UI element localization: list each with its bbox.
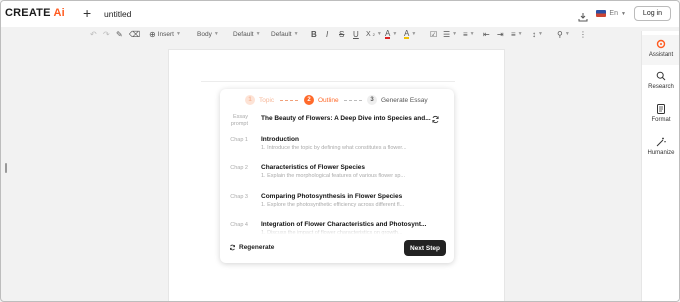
strikethrough-icon[interactable]: S <box>339 27 344 41</box>
chapter-summary[interactable]: 1. Explain the morphological features of… <box>261 173 405 179</box>
magic-wand-icon <box>656 137 666 147</box>
step-topic[interactable]: 1 Topic <box>245 95 274 105</box>
chapter-summary[interactable]: 1. Introduce the topic by defining what … <box>261 145 407 151</box>
step-label: Outline <box>318 96 339 104</box>
chevron-down-icon: ▼ <box>213 31 219 37</box>
chapter-title[interactable]: Characteristics of Flower Species <box>261 164 365 171</box>
download-icon[interactable] <box>578 9 588 21</box>
chapter-title[interactable]: Introduction <box>261 136 299 143</box>
language-selector[interactable]: En ▼ <box>596 10 626 17</box>
bold-icon[interactable]: B <box>311 27 317 41</box>
step-number: 3 <box>367 95 377 105</box>
refresh-icon <box>229 244 236 251</box>
size-label: Default <box>271 30 292 38</box>
eraser-icon[interactable]: ⌫ <box>129 27 140 41</box>
sidebar-item-humanize[interactable]: Humanize <box>642 137 679 156</box>
divider <box>201 81 455 82</box>
italic-icon[interactable]: I <box>326 27 328 41</box>
regenerate-button[interactable]: Regenerate <box>229 244 274 251</box>
flag-icon <box>596 10 607 17</box>
line-spacing-icon[interactable]: ↕ ▼ <box>532 27 543 41</box>
bullet-list-icon[interactable]: ☰ ▼ <box>443 27 457 41</box>
sidebar-item-research[interactable]: Research <box>642 71 679 90</box>
align-icon[interactable]: ≡ ▼ <box>511 27 523 41</box>
step-connector <box>280 100 298 101</box>
sidebar-item-label: Format <box>651 117 671 123</box>
chapter-title[interactable]: Comparing Photosynthesis in Flower Speci… <box>261 193 402 200</box>
language-label: En <box>609 10 618 17</box>
format-painter-icon[interactable]: ✎ <box>116 27 123 41</box>
font-label: Default <box>233 30 254 38</box>
chevron-down-icon: ▼ <box>255 31 261 37</box>
step-number: 2 <box>304 95 314 105</box>
app-window: CREATE Ai + untitled En ▼ Log in ↶ ↷ ✎ ⌫… <box>0 0 680 302</box>
document-title[interactable]: untitled <box>104 9 131 19</box>
chevron-down-icon: ▼ <box>620 10 626 17</box>
link-icon[interactable]: ⚲ ▼ <box>557 27 570 41</box>
login-button[interactable]: Log in <box>633 6 671 21</box>
logo-accent: Ai <box>53 7 65 19</box>
checkbox-icon[interactable]: ☑ <box>430 27 437 41</box>
essay-wizard-dialog: 1 Topic 2 Outline 3 Generate Essay Essay… <box>220 89 454 263</box>
highlight-icon[interactable]: A ▼ <box>404 27 416 41</box>
more-icon[interactable]: ⋮ <box>579 27 587 41</box>
logo[interactable]: CREATE Ai <box>5 7 65 19</box>
step-number: 1 <box>245 95 255 105</box>
indent-icon[interactable]: ⇥ <box>497 27 504 41</box>
insert-menu[interactable]: ⊕ Insert ▼ <box>149 27 181 41</box>
chapter-summary[interactable]: 1. Explore the photosynthetic efficiency… <box>261 202 404 208</box>
formatting-toolbar: ↶ ↷ ✎ ⌫ ⊕ Insert ▼ Body ▼ Default ▼ Defa… <box>1 27 641 41</box>
refresh-icon[interactable] <box>431 115 440 124</box>
stepper: 1 Topic 2 Outline 3 Generate Essay <box>220 95 454 107</box>
sidebar-item-format[interactable]: Format <box>642 104 679 123</box>
regenerate-label: Regenerate <box>239 244 275 251</box>
font-size-select[interactable]: Default ▼ <box>271 27 299 41</box>
step-connector <box>344 100 362 101</box>
chapter-label: Chap 2 <box>230 165 248 171</box>
right-sidebar: Assistant Research Format Humanize <box>641 31 679 301</box>
sidebar-item-label: Research <box>648 84 674 90</box>
subscript-icon[interactable]: X 2 ▼ <box>366 27 382 41</box>
add-circle-icon: ⊕ <box>149 29 156 39</box>
sidebar-item-assistant[interactable]: Assistant <box>642 35 679 65</box>
step-label: Generate Essay <box>381 96 428 104</box>
prompt-value[interactable]: The Beauty of Flowers: A Deep Dive into … <box>261 115 431 122</box>
underline-icon[interactable]: U <box>353 27 359 41</box>
style-label: Body <box>197 30 212 38</box>
prompt-label: Essay prompt <box>230 114 248 127</box>
document-icon <box>657 104 665 114</box>
numbered-list-icon[interactable]: ≡ ▼ <box>463 27 475 41</box>
chevron-down-icon: ▼ <box>293 31 299 37</box>
outdent-icon[interactable]: ⇤ <box>483 27 490 41</box>
step-outline[interactable]: 2 Outline <box>304 95 339 105</box>
top-bar: CREATE Ai + untitled En ▼ Log in <box>1 1 679 27</box>
scroll-fade <box>220 227 454 235</box>
chapter-label: Chap 3 <box>230 194 248 200</box>
sidebar-item-label: Assistant <box>648 52 674 58</box>
logo-text: CREATE <box>5 7 51 19</box>
paragraph-style-select[interactable]: Body ▼ <box>197 27 219 41</box>
plus-icon[interactable]: + <box>83 5 91 21</box>
search-icon <box>656 71 666 81</box>
step-generate-essay[interactable]: 3 Generate Essay <box>367 95 428 105</box>
chevron-down-icon: ▼ <box>175 31 181 37</box>
redo-icon[interactable]: ↷ <box>103 27 110 41</box>
insert-label: Insert <box>157 30 174 38</box>
step-label: Topic <box>259 96 275 104</box>
sidebar-item-label: Humanize <box>647 150 675 156</box>
font-family-select[interactable]: Default ▼ <box>233 27 261 41</box>
assistant-icon <box>656 39 666 49</box>
chapter-label: Chap 1 <box>230 137 248 143</box>
next-step-button[interactable]: Next Step <box>404 240 446 256</box>
text-color-icon[interactable]: A ▼ <box>385 27 397 41</box>
resize-handle[interactable] <box>5 163 7 173</box>
undo-icon[interactable]: ↶ <box>90 27 97 41</box>
